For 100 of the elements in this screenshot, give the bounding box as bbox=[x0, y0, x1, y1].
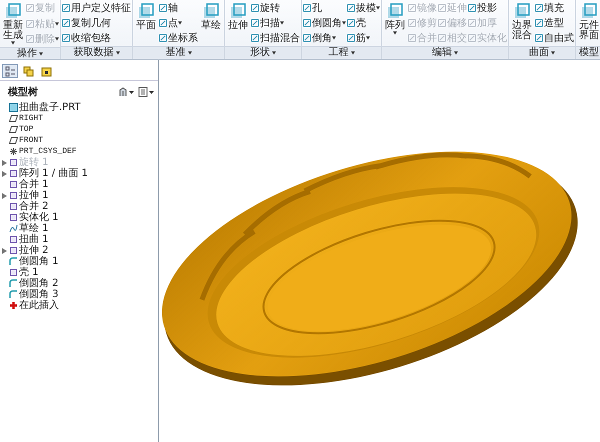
ribbon-button[interactable]: 筋 bbox=[347, 31, 380, 45]
ribbon-button[interactable]: 壳 bbox=[347, 16, 380, 30]
square-icon bbox=[535, 34, 543, 42]
layers-icon bbox=[22, 66, 34, 76]
square-icon bbox=[468, 34, 476, 42]
tree-item[interactable]: TOP bbox=[2, 124, 158, 135]
ribbon-button[interactable]: 复制几何 bbox=[62, 16, 131, 30]
feature-icon bbox=[9, 268, 18, 277]
square-icon bbox=[468, 4, 476, 12]
tree-item[interactable]: 草绘 1 bbox=[2, 223, 158, 234]
ribbon-button[interactable]: 用户定义特征 bbox=[62, 1, 131, 15]
tree-item[interactable]: 扭曲 1 bbox=[2, 234, 158, 245]
square-icon bbox=[159, 19, 167, 27]
cube-icon bbox=[137, 2, 155, 20]
square-icon bbox=[438, 19, 446, 27]
square-icon bbox=[468, 19, 476, 27]
ribbon-button[interactable]: 拔模 bbox=[347, 1, 380, 15]
square-icon bbox=[347, 19, 355, 27]
group-label[interactable]: 获取数据 bbox=[61, 46, 132, 59]
cube-icon bbox=[386, 2, 404, 20]
ribbon-button[interactable]: 草绘 bbox=[199, 1, 223, 45]
group-label[interactable]: 工程 bbox=[302, 46, 381, 59]
square-icon bbox=[251, 19, 259, 27]
square-icon bbox=[303, 4, 311, 12]
tree-item[interactable]: PRT_CSYS_DEF bbox=[2, 146, 158, 157]
part-icon bbox=[9, 103, 18, 112]
square-icon bbox=[438, 4, 446, 12]
panel-title: 模型树 bbox=[8, 86, 39, 99]
square-icon bbox=[408, 34, 416, 42]
ribbon-button[interactable]: 孔 bbox=[303, 1, 346, 15]
group-label[interactable]: 编辑 bbox=[382, 46, 508, 59]
group-label[interactable]: 模型 bbox=[576, 46, 600, 59]
tree-item[interactable]: RIGHT bbox=[2, 113, 158, 124]
group-label[interactable]: 基准 bbox=[133, 46, 224, 59]
folder-icon bbox=[40, 66, 52, 76]
ribbon-button[interactable]: 收缩包络 bbox=[62, 31, 131, 45]
square-icon bbox=[159, 4, 167, 12]
square-icon bbox=[535, 4, 543, 12]
tree-item[interactable]: 实体化 1 bbox=[2, 212, 158, 223]
square-icon bbox=[347, 34, 355, 42]
tree-item[interactable]: 在此插入 bbox=[2, 300, 158, 311]
settings-button[interactable] bbox=[118, 85, 134, 99]
ribbon-button[interactable]: 轴 bbox=[159, 1, 198, 15]
cube-icon bbox=[513, 2, 531, 20]
list-icon bbox=[138, 87, 154, 97]
ribbon-button[interactable]: 边界混合 bbox=[510, 1, 534, 45]
ribbon-button[interactable]: 坐标系 bbox=[159, 31, 198, 45]
ribbon-button[interactable]: 旋转 bbox=[251, 1, 300, 15]
cube-icon bbox=[202, 2, 220, 20]
round-icon bbox=[9, 257, 18, 266]
ribbon-button[interactable]: 扫描 bbox=[251, 16, 300, 30]
sketch-icon bbox=[9, 224, 18, 233]
tree-item[interactable]: 合并 1 bbox=[2, 179, 158, 190]
tree-item[interactable]: 拉伸 2 bbox=[2, 245, 158, 256]
square-icon bbox=[408, 19, 416, 27]
ribbon-button[interactable]: 阵列 bbox=[383, 1, 407, 45]
ribbon-button[interactable]: 元件界面 bbox=[577, 1, 600, 45]
ribbon-button[interactable]: 倒圆角 bbox=[303, 16, 346, 30]
ribbon-button[interactable]: 拉伸 bbox=[226, 1, 250, 45]
ribbon-button[interactable]: 倒角 bbox=[303, 31, 346, 45]
square-icon bbox=[303, 19, 311, 27]
square-icon bbox=[303, 34, 311, 42]
square-icon bbox=[408, 4, 416, 12]
square-icon bbox=[251, 4, 259, 12]
square-icon bbox=[26, 4, 34, 12]
tree-item[interactable]: 倒圆角 3 bbox=[2, 289, 158, 300]
ribbon-button[interactable]: 自由式 bbox=[535, 31, 574, 45]
tree-item[interactable]: 倒圆角 2 bbox=[2, 278, 158, 289]
tree-icon bbox=[4, 66, 16, 76]
tree-item[interactable]: 合并 2 bbox=[2, 201, 158, 212]
square-icon bbox=[26, 35, 34, 43]
ribbon-button[interactable]: 扫描混合 bbox=[251, 31, 300, 45]
cube-icon bbox=[229, 2, 247, 20]
ribbon-button[interactable]: 重新生成 bbox=[1, 1, 25, 46]
ribbon-button[interactable]: 点 bbox=[159, 16, 198, 30]
axes-icon bbox=[9, 147, 18, 156]
tree-item[interactable]: 扭曲盘子.PRT bbox=[2, 102, 158, 113]
ribbon-button[interactable]: 填充 bbox=[535, 1, 574, 15]
cube-icon bbox=[580, 2, 598, 20]
ribbon-button[interactable]: 造型 bbox=[535, 16, 574, 30]
square-icon bbox=[535, 19, 543, 27]
square-icon bbox=[347, 4, 355, 12]
tree-item[interactable]: 壳 1 bbox=[2, 267, 158, 278]
ribbon-button[interactable]: 平面 bbox=[134, 1, 158, 45]
square-icon bbox=[251, 34, 259, 42]
square-icon bbox=[62, 34, 70, 42]
navigator-tab[interactable] bbox=[2, 64, 18, 78]
ribbon-button[interactable]: 投影 bbox=[468, 1, 507, 15]
group-label[interactable]: 曲面 bbox=[509, 46, 575, 59]
tree-item[interactable]: 拉伸 1 bbox=[2, 190, 158, 201]
square-icon bbox=[62, 4, 70, 12]
group-label[interactable]: 操作 bbox=[0, 47, 60, 59]
tree-item[interactable]: 阵列 1 / 曲面 1 bbox=[2, 168, 158, 179]
show-button[interactable] bbox=[138, 85, 154, 99]
tree-item[interactable]: 倒圆角 1 bbox=[2, 256, 158, 267]
group-label[interactable]: 形状 bbox=[225, 46, 301, 59]
square-icon bbox=[62, 19, 70, 27]
insert-icon bbox=[9, 301, 18, 310]
square-icon bbox=[438, 34, 446, 42]
tree-item[interactable]: FRONT bbox=[2, 135, 158, 146]
